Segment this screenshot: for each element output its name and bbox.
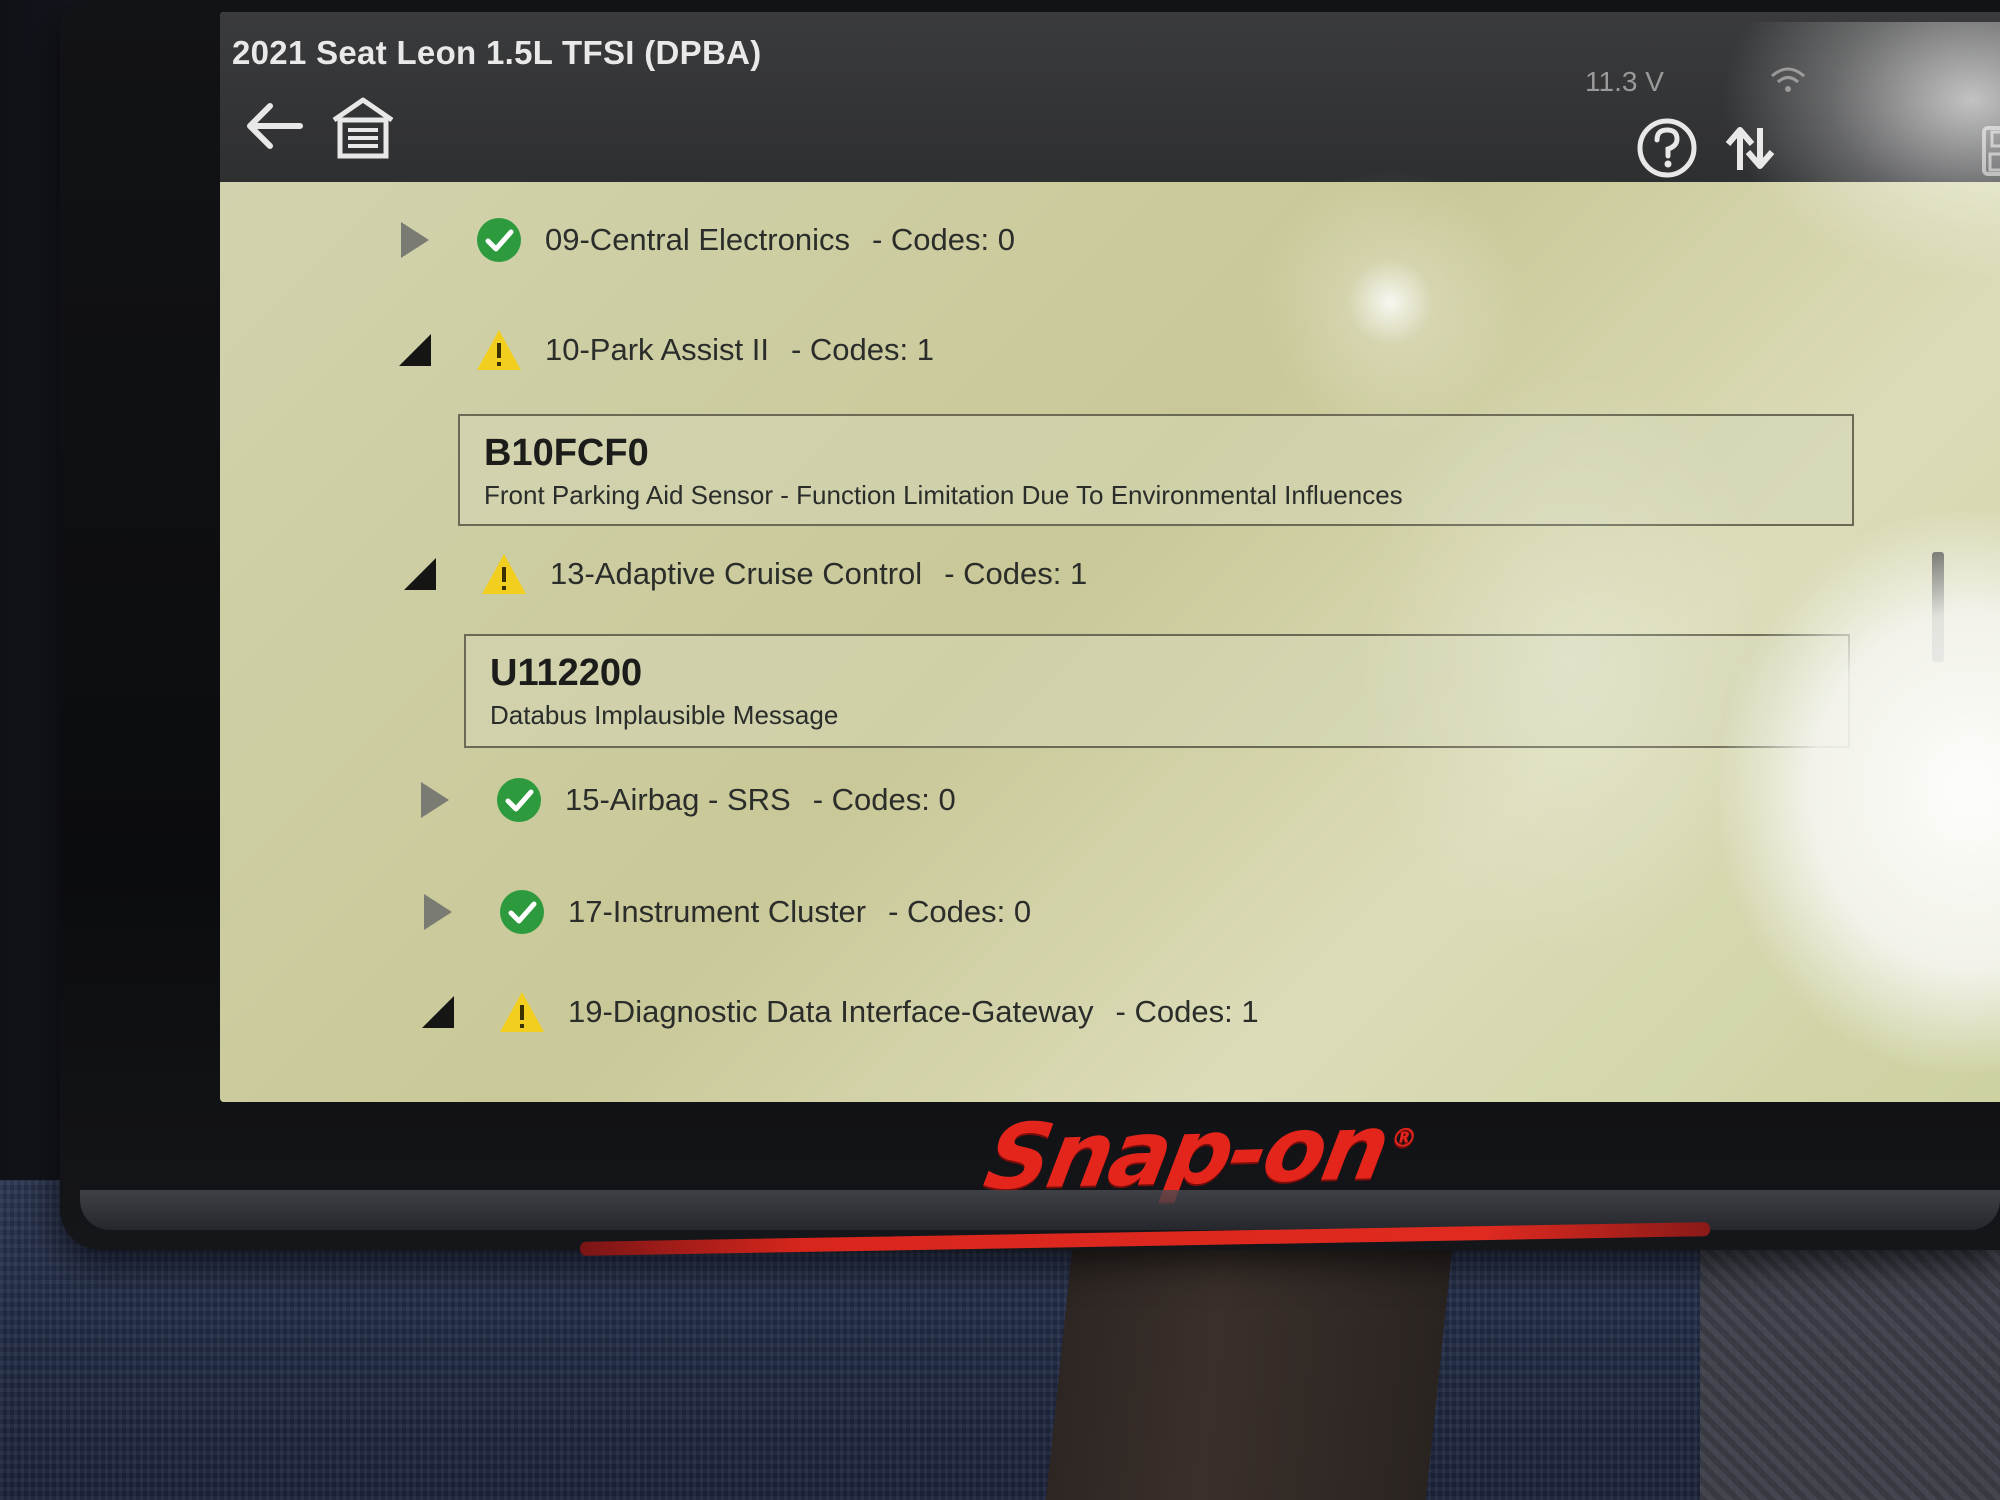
- battery-voltage: 11.3 V: [1585, 66, 1664, 97]
- module-name: 13-Adaptive Cruise Control: [550, 556, 923, 591]
- module-row-central-electronics[interactable]: 09-Central Electronics - Codes: 0: [395, 200, 1015, 280]
- collapse-arrow-icon[interactable]: [418, 992, 458, 1032]
- dtc-description: Databus Implausible Message: [490, 700, 839, 730]
- module-codes: - Codes: 0: [888, 894, 1032, 929]
- screen: 2021 Seat Leon 1.5L TFSI (DPBA) 11.3 V 0…: [220, 12, 2000, 1102]
- warning-icon: [482, 554, 526, 594]
- check-circle-icon: [477, 218, 521, 262]
- module-name: 10-Park Assist II: [545, 332, 769, 367]
- module-name: 15-Airbag - SRS: [565, 782, 791, 817]
- expand-arrow-icon[interactable]: [395, 220, 435, 260]
- garage-home-icon[interactable]: [328, 92, 398, 162]
- warning-icon: [500, 992, 544, 1032]
- tablet-device: 2021 Seat Leon 1.5L TFSI (DPBA) 11.3 V 0…: [60, 0, 2000, 1250]
- warning-icon: [477, 330, 521, 370]
- collapse-arrow-icon[interactable]: [400, 554, 440, 594]
- module-row-instrument-cluster[interactable]: 17-Instrument Cluster - Codes: 0: [418, 872, 1031, 952]
- module-name: 19-Diagnostic Data Interface-Gateway: [568, 994, 1094, 1029]
- share-icon[interactable]: [1720, 118, 1780, 178]
- scrollbar-thumb[interactable]: [1932, 552, 1944, 662]
- module-codes: - Codes: 0: [871, 222, 1015, 257]
- check-circle-icon: [500, 890, 544, 934]
- help-icon[interactable]: [1635, 116, 1699, 180]
- module-codes: - Codes: 1: [1115, 994, 1259, 1029]
- check-circle-icon: [497, 778, 541, 822]
- dtc-card-adaptive-cruise[interactable]: U112200 Databus Implausible Message: [464, 634, 1850, 748]
- module-codes: - Codes: 1: [944, 556, 1088, 591]
- module-codes: - Codes: 0: [812, 782, 956, 817]
- header-bar: 2021 Seat Leon 1.5L TFSI (DPBA) 11.3 V: [220, 12, 2000, 182]
- back-arrow-icon[interactable]: [238, 96, 308, 156]
- module-name: 17-Instrument Cluster: [568, 894, 867, 929]
- module-codes: - Codes: 1: [790, 332, 934, 367]
- module-list: 09-Central Electronics - Codes: 0 10-Par…: [220, 182, 2000, 1102]
- module-name: 09-Central Electronics: [545, 222, 850, 257]
- module-row-gateway[interactable]: 19-Diagnostic Data Interface-Gateway - C…: [418, 972, 1259, 1052]
- device-edge: [80, 1190, 2000, 1230]
- module-row-adaptive-cruise[interactable]: 13-Adaptive Cruise Control - Codes: 1: [400, 534, 1087, 614]
- dtc-code: U112200: [490, 652, 643, 694]
- registered-mark: ®: [1388, 1123, 1417, 1155]
- dtc-description: Front Parking Aid Sensor - Function Limi…: [484, 480, 1403, 510]
- dtc-code: B10FCF0: [484, 432, 649, 474]
- vehicle-title: 2021 Seat Leon 1.5L TFSI (DPBA): [232, 34, 762, 71]
- collapse-arrow-icon[interactable]: [395, 330, 435, 370]
- module-row-park-assist[interactable]: 10-Park Assist II - Codes: 1: [395, 310, 934, 390]
- save-icon[interactable]: [1980, 124, 2000, 178]
- module-row-airbag[interactable]: 15-Airbag - SRS - Codes: 0: [415, 760, 956, 840]
- expand-arrow-icon[interactable]: [418, 892, 458, 932]
- background-strap: [1045, 1230, 1455, 1500]
- dtc-card-park-assist[interactable]: B10FCF0 Front Parking Aid Sensor - Funct…: [458, 414, 1854, 526]
- expand-arrow-icon[interactable]: [415, 780, 455, 820]
- wifi-icon: [1771, 67, 1805, 92]
